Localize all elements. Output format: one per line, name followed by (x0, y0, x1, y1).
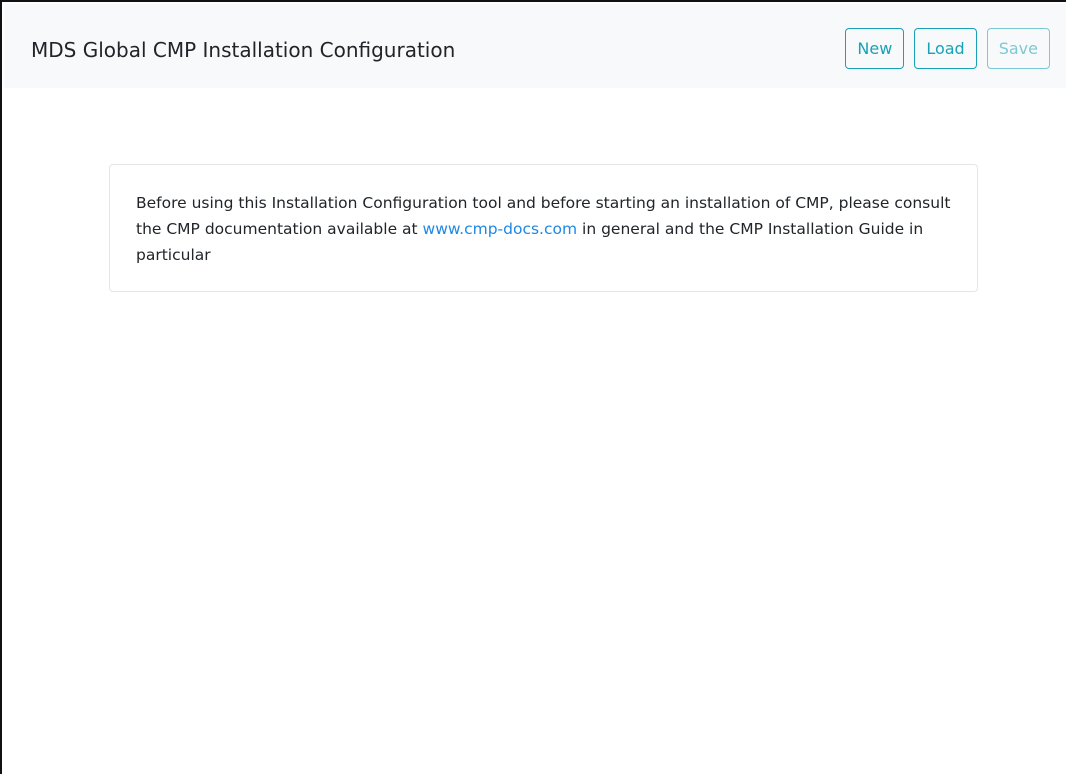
notice-text: Before using this Installation Configura… (136, 190, 951, 268)
new-button[interactable]: New (845, 28, 905, 69)
app-window: MDS Global CMP Installation Configuratio… (0, 0, 1066, 774)
page-title: MDS Global CMP Installation Configuratio… (31, 38, 456, 62)
docs-link[interactable]: www.cmp-docs.com (423, 220, 578, 238)
save-button[interactable]: Save (986, 28, 1050, 69)
documentation-notice-card: Before using this Installation Configura… (109, 164, 978, 292)
top-navbar: MDS Global CMP Installation Configuratio… (4, 4, 1066, 88)
load-button[interactable]: Load (914, 28, 977, 69)
toolbar: New Load Save (845, 28, 1050, 69)
